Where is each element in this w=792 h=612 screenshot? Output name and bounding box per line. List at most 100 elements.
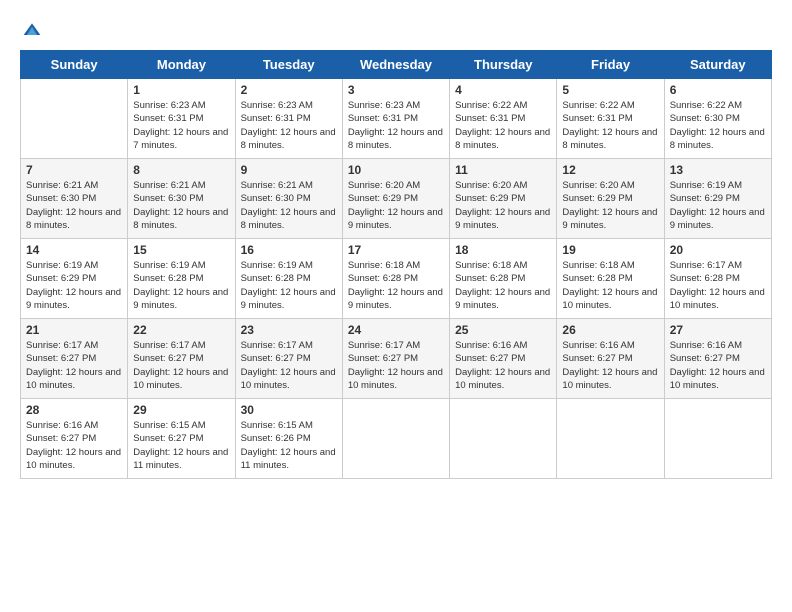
day-info: Sunrise: 6:18 AMSunset: 6:28 PMDaylight:… xyxy=(455,259,551,312)
calendar-cell: 25 Sunrise: 6:16 AMSunset: 6:27 PMDaylig… xyxy=(450,319,557,399)
day-number: 25 xyxy=(455,323,551,337)
calendar-cell xyxy=(342,399,449,479)
calendar-week-row: 7 Sunrise: 6:21 AMSunset: 6:30 PMDayligh… xyxy=(21,159,772,239)
day-number: 27 xyxy=(670,323,766,337)
calendar-cell: 30 Sunrise: 6:15 AMSunset: 6:26 PMDaylig… xyxy=(235,399,342,479)
day-number: 14 xyxy=(26,243,122,257)
day-number: 20 xyxy=(670,243,766,257)
calendar-table: SundayMondayTuesdayWednesdayThursdayFrid… xyxy=(20,50,772,479)
day-info: Sunrise: 6:15 AMSunset: 6:27 PMDaylight:… xyxy=(133,419,229,472)
day-number: 5 xyxy=(562,83,658,97)
day-number: 6 xyxy=(670,83,766,97)
calendar-week-row: 14 Sunrise: 6:19 AMSunset: 6:29 PMDaylig… xyxy=(21,239,772,319)
calendar-cell: 9 Sunrise: 6:21 AMSunset: 6:30 PMDayligh… xyxy=(235,159,342,239)
calendar-cell: 5 Sunrise: 6:22 AMSunset: 6:31 PMDayligh… xyxy=(557,79,664,159)
calendar-cell: 18 Sunrise: 6:18 AMSunset: 6:28 PMDaylig… xyxy=(450,239,557,319)
calendar-cell: 13 Sunrise: 6:19 AMSunset: 6:29 PMDaylig… xyxy=(664,159,771,239)
calendar-cell: 8 Sunrise: 6:21 AMSunset: 6:30 PMDayligh… xyxy=(128,159,235,239)
day-info: Sunrise: 6:23 AMSunset: 6:31 PMDaylight:… xyxy=(241,99,337,152)
day-info: Sunrise: 6:17 AMSunset: 6:27 PMDaylight:… xyxy=(348,339,444,392)
calendar-cell xyxy=(450,399,557,479)
calendar-cell xyxy=(21,79,128,159)
day-number: 9 xyxy=(241,163,337,177)
day-header-thursday: Thursday xyxy=(450,51,557,79)
calendar-cell: 1 Sunrise: 6:23 AMSunset: 6:31 PMDayligh… xyxy=(128,79,235,159)
day-number: 1 xyxy=(133,83,229,97)
day-info: Sunrise: 6:19 AMSunset: 6:28 PMDaylight:… xyxy=(241,259,337,312)
day-header-friday: Friday xyxy=(557,51,664,79)
day-number: 30 xyxy=(241,403,337,417)
day-info: Sunrise: 6:16 AMSunset: 6:27 PMDaylight:… xyxy=(455,339,551,392)
day-info: Sunrise: 6:22 AMSunset: 6:31 PMDaylight:… xyxy=(562,99,658,152)
calendar-cell: 24 Sunrise: 6:17 AMSunset: 6:27 PMDaylig… xyxy=(342,319,449,399)
logo xyxy=(20,20,42,40)
day-info: Sunrise: 6:16 AMSunset: 6:27 PMDaylight:… xyxy=(26,419,122,472)
day-info: Sunrise: 6:17 AMSunset: 6:27 PMDaylight:… xyxy=(26,339,122,392)
page-header xyxy=(20,20,772,40)
day-number: 23 xyxy=(241,323,337,337)
day-info: Sunrise: 6:18 AMSunset: 6:28 PMDaylight:… xyxy=(348,259,444,312)
calendar-cell: 4 Sunrise: 6:22 AMSunset: 6:31 PMDayligh… xyxy=(450,79,557,159)
calendar-cell: 2 Sunrise: 6:23 AMSunset: 6:31 PMDayligh… xyxy=(235,79,342,159)
calendar-cell: 27 Sunrise: 6:16 AMSunset: 6:27 PMDaylig… xyxy=(664,319,771,399)
calendar-cell: 12 Sunrise: 6:20 AMSunset: 6:29 PMDaylig… xyxy=(557,159,664,239)
calendar-cell: 26 Sunrise: 6:16 AMSunset: 6:27 PMDaylig… xyxy=(557,319,664,399)
calendar-cell: 10 Sunrise: 6:20 AMSunset: 6:29 PMDaylig… xyxy=(342,159,449,239)
calendar-cell: 23 Sunrise: 6:17 AMSunset: 6:27 PMDaylig… xyxy=(235,319,342,399)
day-number: 26 xyxy=(562,323,658,337)
day-info: Sunrise: 6:15 AMSunset: 6:26 PMDaylight:… xyxy=(241,419,337,472)
day-number: 3 xyxy=(348,83,444,97)
calendar-cell: 15 Sunrise: 6:19 AMSunset: 6:28 PMDaylig… xyxy=(128,239,235,319)
day-info: Sunrise: 6:23 AMSunset: 6:31 PMDaylight:… xyxy=(133,99,229,152)
calendar-cell: 3 Sunrise: 6:23 AMSunset: 6:31 PMDayligh… xyxy=(342,79,449,159)
day-header-monday: Monday xyxy=(128,51,235,79)
day-number: 2 xyxy=(241,83,337,97)
day-number: 16 xyxy=(241,243,337,257)
day-number: 12 xyxy=(562,163,658,177)
day-info: Sunrise: 6:17 AMSunset: 6:28 PMDaylight:… xyxy=(670,259,766,312)
calendar-week-row: 1 Sunrise: 6:23 AMSunset: 6:31 PMDayligh… xyxy=(21,79,772,159)
day-info: Sunrise: 6:20 AMSunset: 6:29 PMDaylight:… xyxy=(455,179,551,232)
day-info: Sunrise: 6:19 AMSunset: 6:29 PMDaylight:… xyxy=(670,179,766,232)
calendar-header-row: SundayMondayTuesdayWednesdayThursdayFrid… xyxy=(21,51,772,79)
logo-icon xyxy=(22,20,42,40)
calendar-cell: 28 Sunrise: 6:16 AMSunset: 6:27 PMDaylig… xyxy=(21,399,128,479)
calendar-cell: 7 Sunrise: 6:21 AMSunset: 6:30 PMDayligh… xyxy=(21,159,128,239)
day-info: Sunrise: 6:22 AMSunset: 6:31 PMDaylight:… xyxy=(455,99,551,152)
day-header-wednesday: Wednesday xyxy=(342,51,449,79)
calendar-cell: 11 Sunrise: 6:20 AMSunset: 6:29 PMDaylig… xyxy=(450,159,557,239)
day-number: 4 xyxy=(455,83,551,97)
day-info: Sunrise: 6:19 AMSunset: 6:29 PMDaylight:… xyxy=(26,259,122,312)
day-number: 10 xyxy=(348,163,444,177)
day-header-sunday: Sunday xyxy=(21,51,128,79)
calendar-cell: 19 Sunrise: 6:18 AMSunset: 6:28 PMDaylig… xyxy=(557,239,664,319)
day-info: Sunrise: 6:21 AMSunset: 6:30 PMDaylight:… xyxy=(26,179,122,232)
day-number: 21 xyxy=(26,323,122,337)
day-number: 19 xyxy=(562,243,658,257)
day-number: 7 xyxy=(26,163,122,177)
calendar-cell: 14 Sunrise: 6:19 AMSunset: 6:29 PMDaylig… xyxy=(21,239,128,319)
day-number: 28 xyxy=(26,403,122,417)
day-number: 8 xyxy=(133,163,229,177)
day-info: Sunrise: 6:19 AMSunset: 6:28 PMDaylight:… xyxy=(133,259,229,312)
day-number: 17 xyxy=(348,243,444,257)
day-info: Sunrise: 6:16 AMSunset: 6:27 PMDaylight:… xyxy=(562,339,658,392)
day-number: 13 xyxy=(670,163,766,177)
day-info: Sunrise: 6:22 AMSunset: 6:30 PMDaylight:… xyxy=(670,99,766,152)
day-info: Sunrise: 6:17 AMSunset: 6:27 PMDaylight:… xyxy=(241,339,337,392)
day-info: Sunrise: 6:21 AMSunset: 6:30 PMDaylight:… xyxy=(133,179,229,232)
day-info: Sunrise: 6:20 AMSunset: 6:29 PMDaylight:… xyxy=(348,179,444,232)
day-number: 29 xyxy=(133,403,229,417)
calendar-week-row: 28 Sunrise: 6:16 AMSunset: 6:27 PMDaylig… xyxy=(21,399,772,479)
calendar-cell xyxy=(557,399,664,479)
day-info: Sunrise: 6:17 AMSunset: 6:27 PMDaylight:… xyxy=(133,339,229,392)
calendar-cell xyxy=(664,399,771,479)
day-number: 18 xyxy=(455,243,551,257)
day-number: 11 xyxy=(455,163,551,177)
calendar-cell: 20 Sunrise: 6:17 AMSunset: 6:28 PMDaylig… xyxy=(664,239,771,319)
day-info: Sunrise: 6:16 AMSunset: 6:27 PMDaylight:… xyxy=(670,339,766,392)
calendar-cell: 16 Sunrise: 6:19 AMSunset: 6:28 PMDaylig… xyxy=(235,239,342,319)
calendar-week-row: 21 Sunrise: 6:17 AMSunset: 6:27 PMDaylig… xyxy=(21,319,772,399)
calendar-cell: 29 Sunrise: 6:15 AMSunset: 6:27 PMDaylig… xyxy=(128,399,235,479)
day-number: 24 xyxy=(348,323,444,337)
